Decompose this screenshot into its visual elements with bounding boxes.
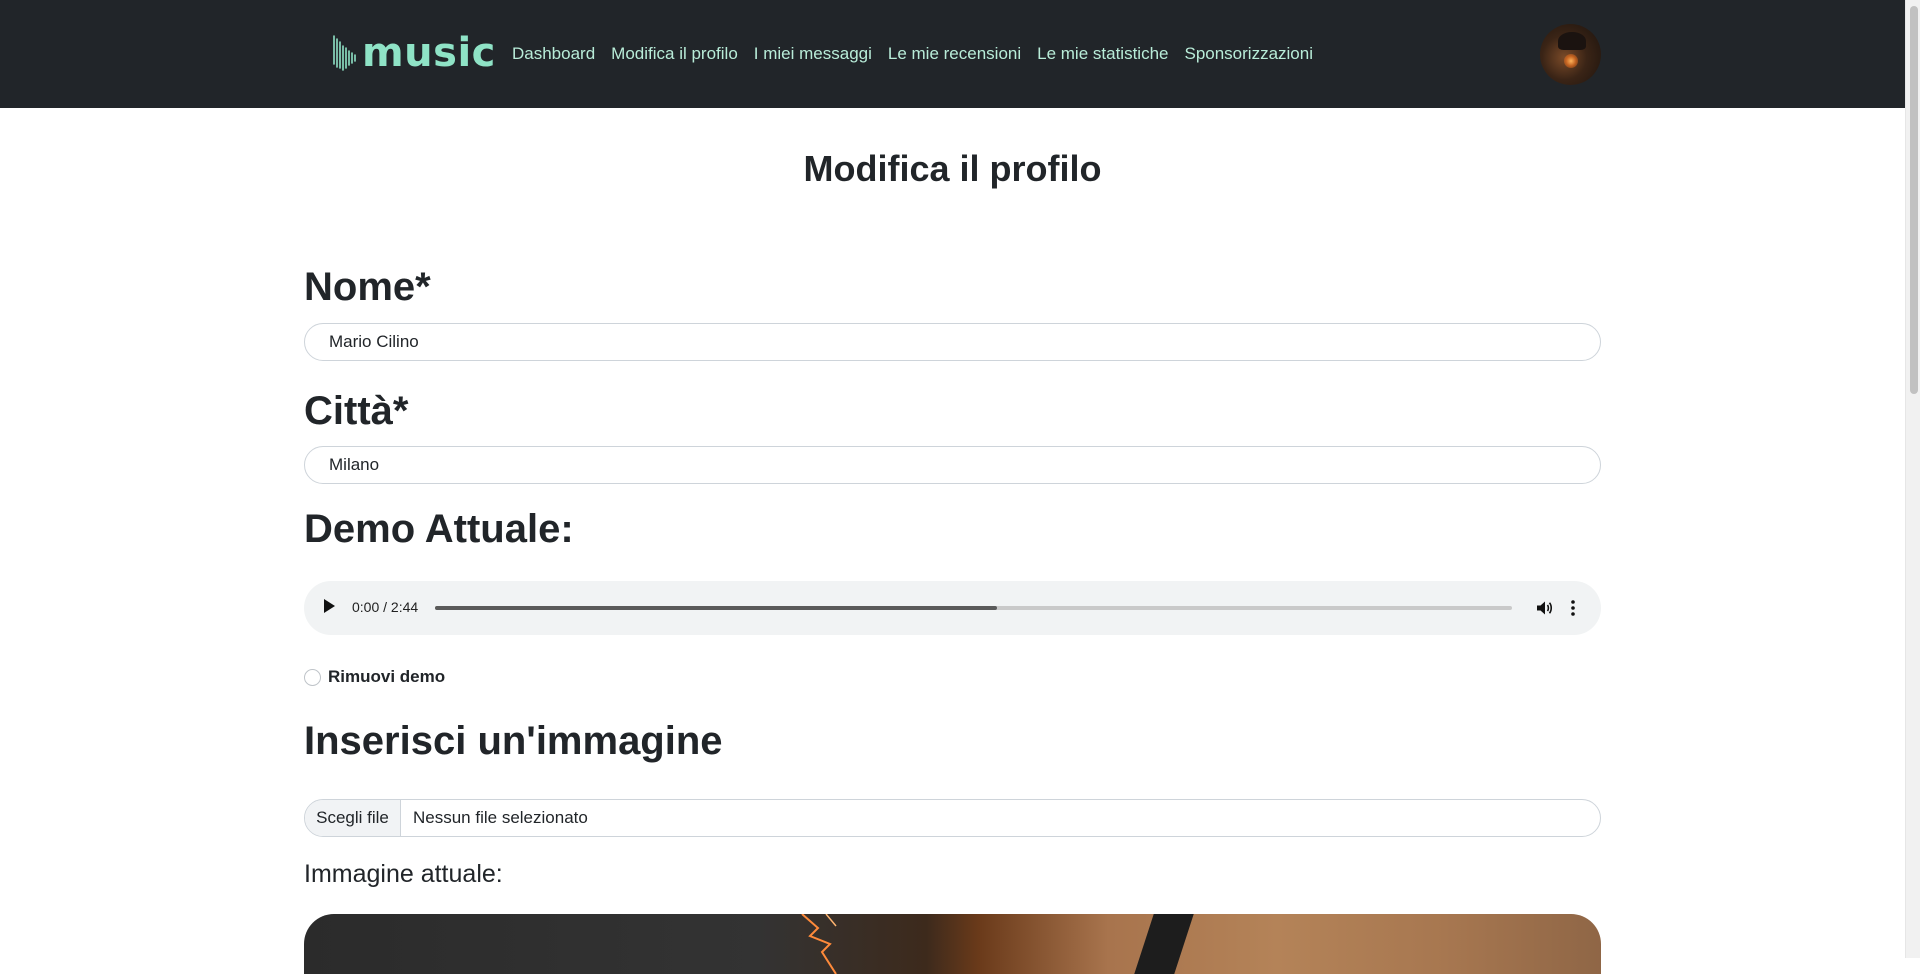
play-icon[interactable] xyxy=(324,599,335,613)
demo-audio-player[interactable]: 0:00 / 2:44 xyxy=(304,581,1601,635)
current-profile-image xyxy=(304,914,1601,974)
file-status: Nessun file selezionato xyxy=(413,808,588,827)
top-navbar: music Dashboard Modifica il profilo I mi… xyxy=(0,0,1905,108)
nav-link-sponsorships[interactable]: Sponsorizzazioni xyxy=(1184,43,1313,65)
remove-demo-label[interactable]: Rimuovi demo xyxy=(328,667,445,687)
choose-file-button[interactable]: Scegli file xyxy=(305,800,401,836)
nav-links: Dashboard Modifica il profilo I miei mes… xyxy=(512,43,1329,65)
guitar-strap-shape xyxy=(1134,914,1194,974)
demo-label: Demo Attuale: xyxy=(304,507,574,551)
guitar-light-shape xyxy=(801,914,837,974)
name-field[interactable]: Mario Cilino xyxy=(304,323,1601,361)
image-file-input[interactable]: Scegli file Nessun file selezionato xyxy=(304,799,1601,837)
remove-demo-radio[interactable] xyxy=(304,668,321,686)
page-title: Modifica il profilo xyxy=(803,148,1102,189)
avatar-hat-shape xyxy=(1558,32,1586,50)
nav-link-edit-profile[interactable]: Modifica il profilo xyxy=(611,43,738,65)
audio-seek-bar[interactable] xyxy=(435,606,1512,610)
audio-buffered-range xyxy=(435,606,998,610)
city-label: Città* xyxy=(304,389,409,433)
nav-link-reviews[interactable]: Le mie recensioni xyxy=(888,43,1021,65)
scrollbar-thumb[interactable] xyxy=(1910,6,1918,394)
image-upload-label: Inserisci un'immagine xyxy=(304,719,723,763)
sound-wave-icon xyxy=(333,35,356,71)
avatar-light-shape xyxy=(1564,54,1578,68)
nav-link-messages[interactable]: I miei messaggi xyxy=(754,43,872,65)
name-label: Nome* xyxy=(304,265,431,309)
page-scrollbar[interactable] xyxy=(1905,0,1920,958)
user-avatar[interactable] xyxy=(1540,24,1601,85)
nav-link-statistics[interactable]: Le mie statistiche xyxy=(1037,43,1168,65)
logo-text: music xyxy=(362,30,496,76)
city-field[interactable]: Milano xyxy=(304,446,1601,484)
current-image-label: Immagine attuale: xyxy=(304,860,503,888)
remove-demo-option[interactable]: Rimuovi demo xyxy=(304,667,445,687)
more-vertical-icon[interactable] xyxy=(1569,599,1577,617)
audio-time: 0:00 / 2:44 xyxy=(352,599,419,615)
nav-link-dashboard[interactable]: Dashboard xyxy=(512,43,595,65)
brand-logo[interactable]: music xyxy=(332,32,496,74)
volume-icon[interactable] xyxy=(1535,599,1553,617)
